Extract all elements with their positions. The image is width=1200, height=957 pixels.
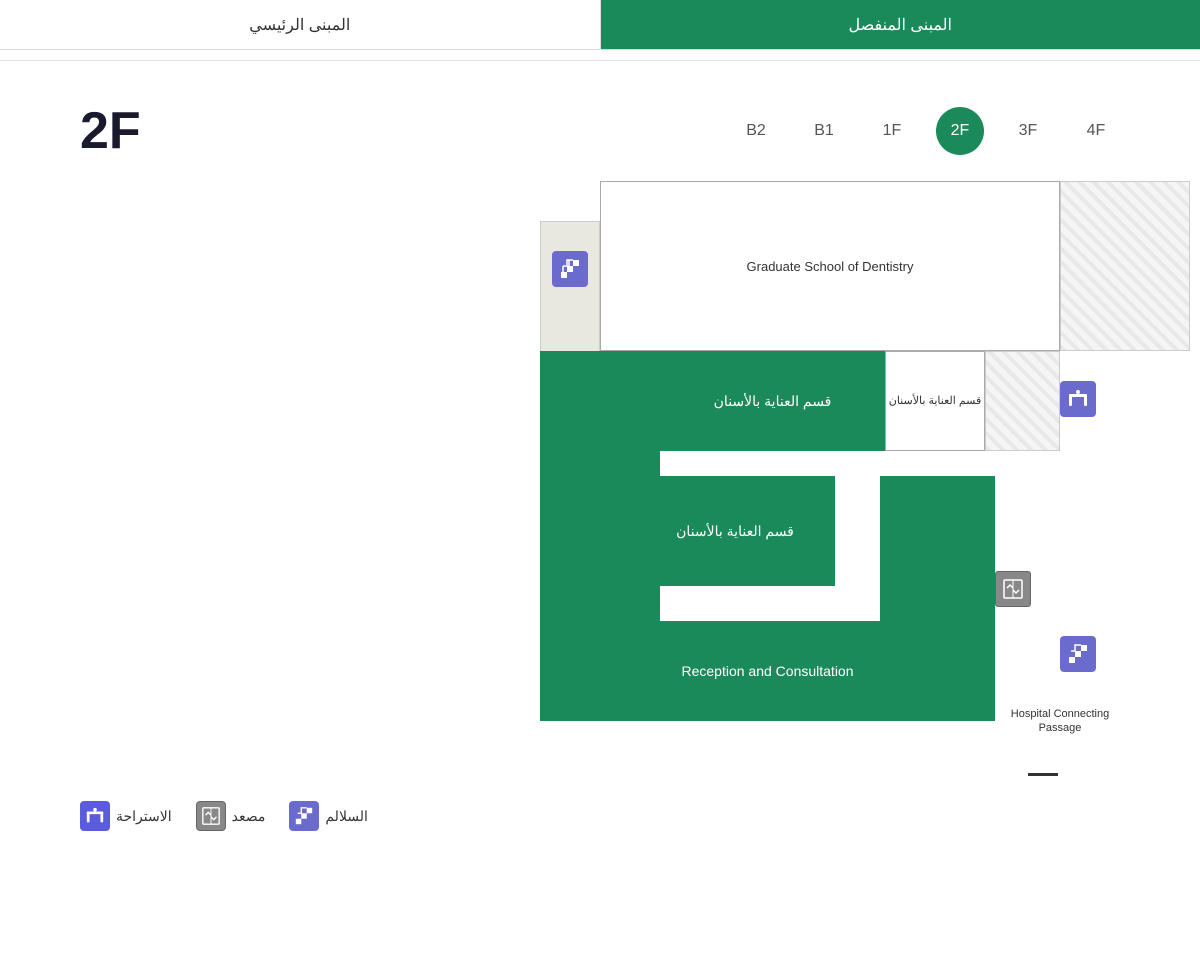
legend-stairs-icon bbox=[289, 801, 319, 831]
legend-item-elevator: مصعد bbox=[196, 801, 266, 831]
tab-main-building[interactable]: المبنى الرئيسي bbox=[0, 0, 601, 49]
tab-separate-label: المبنى المنفصل bbox=[849, 15, 953, 35]
hospital-passage-label: Hospital Connecting Passage bbox=[995, 707, 1125, 736]
dental-bottom-label: Reception and Consultation bbox=[682, 663, 854, 679]
legend-elevator-label: مصعد bbox=[232, 808, 266, 825]
reception-label: قسم العناية بالأسنان bbox=[889, 394, 982, 408]
floor-btn-2f[interactable]: 2F bbox=[936, 107, 984, 155]
legend-item-rest: الاستراحة bbox=[80, 801, 172, 831]
room-dental-mid: قسم العناية بالأسنان bbox=[635, 476, 835, 586]
legend: السلالم مصعد الاستراحة bbox=[0, 791, 1200, 841]
room-hospital-passage: Hospital Connecting Passage bbox=[995, 681, 1125, 761]
legend-rest-icon bbox=[80, 801, 110, 831]
hatched-area-mid bbox=[985, 351, 1060, 451]
room-dental-bottom: Reception and Consultation bbox=[540, 621, 995, 721]
legend-stairs-label: السلالم bbox=[325, 808, 368, 825]
tab-separate-building[interactable]: المبنى المنفصل bbox=[601, 0, 1200, 49]
rest-room-icon bbox=[1060, 381, 1096, 417]
room-dental-top: قسم العناية بالأسنان bbox=[660, 351, 885, 451]
dental-top-label: قسم العناية بالأسنان bbox=[714, 393, 832, 410]
tab-main-label: المبنى الرئيسي bbox=[249, 15, 350, 35]
legend-item-stairs: السلالم bbox=[289, 801, 368, 831]
floor-btn-3f[interactable]: 3F bbox=[1004, 107, 1052, 155]
floor-buttons: B2 B1 1F 2F 3F 4F bbox=[732, 107, 1120, 155]
legend-elevator-icon bbox=[196, 801, 226, 831]
floor-map: Graduate School of Dentistry قسم العناية… bbox=[540, 181, 1200, 781]
room-reception: قسم العناية بالأسنان bbox=[885, 351, 985, 451]
floor-label: 2F bbox=[80, 101, 141, 161]
teal-small-right bbox=[880, 476, 995, 621]
header-tabs: المبنى الرئيسي المبنى المنفصل bbox=[0, 0, 1200, 50]
grad-school-label: Graduate School of Dentistry bbox=[747, 259, 914, 274]
floor-btn-1f[interactable]: 1F bbox=[868, 107, 916, 155]
floor-btn-b1[interactable]: B1 bbox=[800, 107, 848, 155]
floor-btn-4f[interactable]: 4F bbox=[1072, 107, 1120, 155]
elevator-icon-mid bbox=[995, 571, 1031, 607]
stairs-icon-topleft bbox=[552, 251, 588, 287]
dental-mid-label: قسم العناية بالأسنان bbox=[676, 523, 794, 540]
hatched-area-top bbox=[1060, 181, 1190, 351]
floor-area: 2F B2 B1 1F 2F 3F 4F bbox=[0, 71, 1200, 171]
legend-rest-label: الاستراحة bbox=[116, 808, 172, 825]
passage-line bbox=[1028, 773, 1058, 776]
floor-btn-b2[interactable]: B2 bbox=[732, 107, 780, 155]
room-grad-school: Graduate School of Dentistry bbox=[600, 181, 1060, 351]
divider bbox=[0, 60, 1200, 61]
stairs-icon-bottomright bbox=[1060, 636, 1096, 672]
